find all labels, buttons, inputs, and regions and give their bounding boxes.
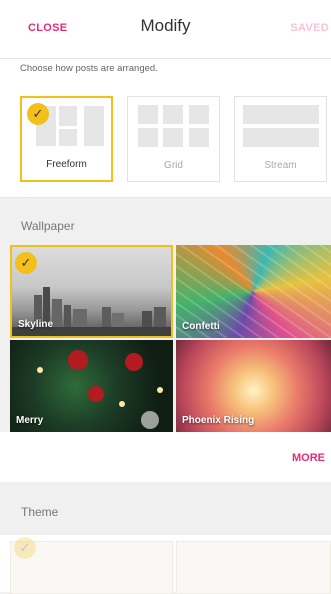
wallpaper-skyline[interactable]: ✓ Skyline <box>10 245 173 338</box>
layout-label: Stream <box>264 160 297 171</box>
wallpaper-label: Confetti <box>182 321 220 332</box>
layout-section: Choose how posts are arranged. ✓ Freefor… <box>0 59 331 198</box>
stream-block <box>243 105 319 124</box>
grid-block <box>163 105 183 124</box>
check-icon: ✓ <box>15 252 37 274</box>
freeform-block <box>59 129 77 146</box>
theme-option[interactable] <box>176 541 331 594</box>
saved-button: SAVED <box>290 22 329 34</box>
check-icon: ✓ <box>27 103 49 125</box>
wallpaper-confetti[interactable]: Confetti <box>176 245 331 338</box>
check-icon: ✓ <box>14 537 36 559</box>
theme-section-label: Theme <box>21 505 59 519</box>
freeform-block <box>84 106 104 146</box>
layout-option-freeform[interactable]: ✓ Freeform <box>20 96 113 182</box>
wallpaper-label: Skyline <box>18 319 54 330</box>
grid-block <box>138 128 158 147</box>
stream-block <box>243 128 319 147</box>
grid-block <box>189 128 209 147</box>
grid-block <box>163 128 183 147</box>
wallpaper-label: Merry <box>16 415 44 426</box>
header: CLOSE Modify SAVED <box>0 0 331 59</box>
wallpaper-section-label: Wallpaper <box>21 219 75 233</box>
wallpaper-phoenix-rising[interactable]: Phoenix Rising <box>176 340 331 432</box>
more-button[interactable]: MORE <box>292 452 325 464</box>
wallpaper-merry[interactable]: Merry <box>10 340 173 432</box>
theme-section: Theme <box>0 483 331 535</box>
layout-option-stream[interactable]: Stream <box>234 96 327 182</box>
grid-block <box>138 105 158 124</box>
wallpaper-label: Phoenix Rising <box>182 415 255 426</box>
layout-label: Grid <box>164 160 183 171</box>
layout-label: Freeform <box>46 159 87 170</box>
layout-hint: Choose how posts are arranged. <box>20 63 158 74</box>
freeform-block <box>59 106 77 126</box>
grid-block <box>189 105 209 124</box>
page-title: Modify <box>140 16 191 35</box>
more-row: MORE <box>0 432 331 482</box>
theme-preview[interactable]: ✓ <box>0 535 331 594</box>
layout-option-grid[interactable]: Grid <box>127 96 220 182</box>
